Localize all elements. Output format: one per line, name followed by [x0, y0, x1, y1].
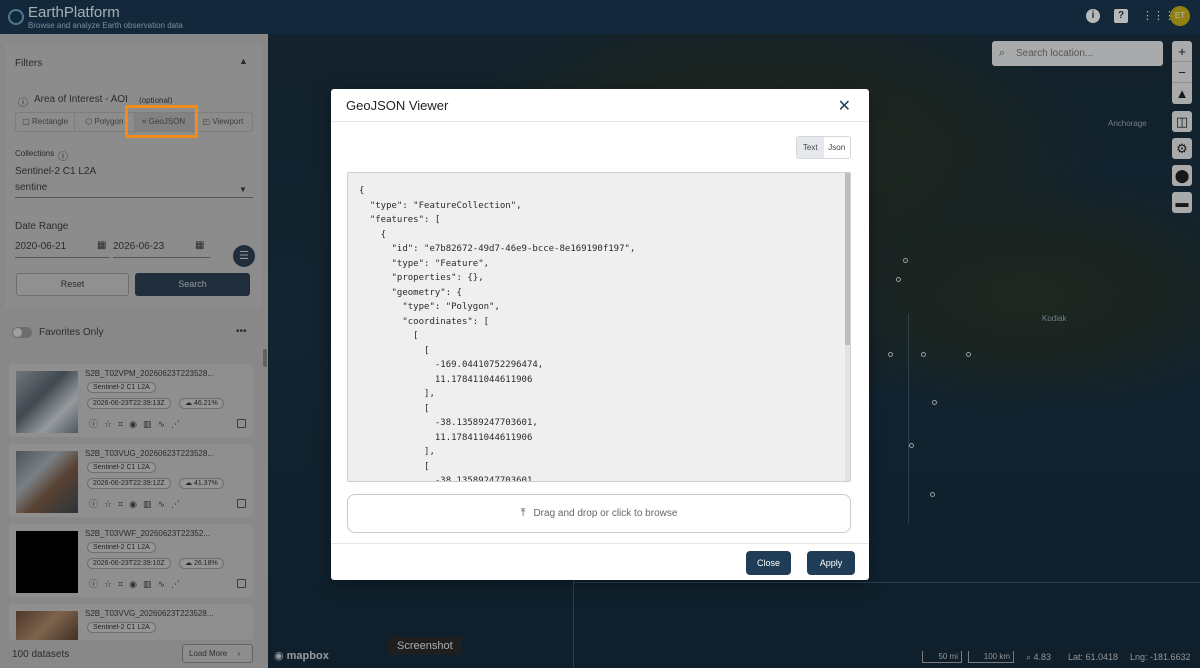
editor-scrollbar[interactable] — [845, 173, 850, 481]
geojson-viewer-modal: GeoJSON Viewer ✕ Text Json { "type": "Fe… — [331, 89, 869, 580]
mode-text-button[interactable]: Text — [797, 137, 824, 158]
geojson-text-editor[interactable]: { "type": "FeatureCollection", "features… — [347, 172, 851, 482]
modal-footer-divider — [331, 543, 869, 544]
upload-icon: ⤒ — [520, 507, 526, 519]
modal-header: GeoJSON Viewer ✕ — [331, 89, 869, 122]
close-button[interactable]: Close — [746, 551, 791, 575]
view-mode-toggle: Text Json — [796, 136, 851, 159]
file-dropzone[interactable]: ⤒ Drag and drop or click to browse — [347, 494, 851, 533]
editor-scroll-thumb[interactable] — [845, 173, 850, 345]
apply-button[interactable]: Apply — [807, 551, 855, 575]
geojson-text[interactable]: { "type": "FeatureCollection", "features… — [348, 173, 850, 481]
close-icon[interactable]: ✕ — [838, 96, 851, 116]
modal-title: GeoJSON Viewer — [346, 98, 449, 113]
geojson-mode-highlight — [125, 105, 198, 138]
mode-json-button[interactable]: Json — [824, 137, 851, 158]
